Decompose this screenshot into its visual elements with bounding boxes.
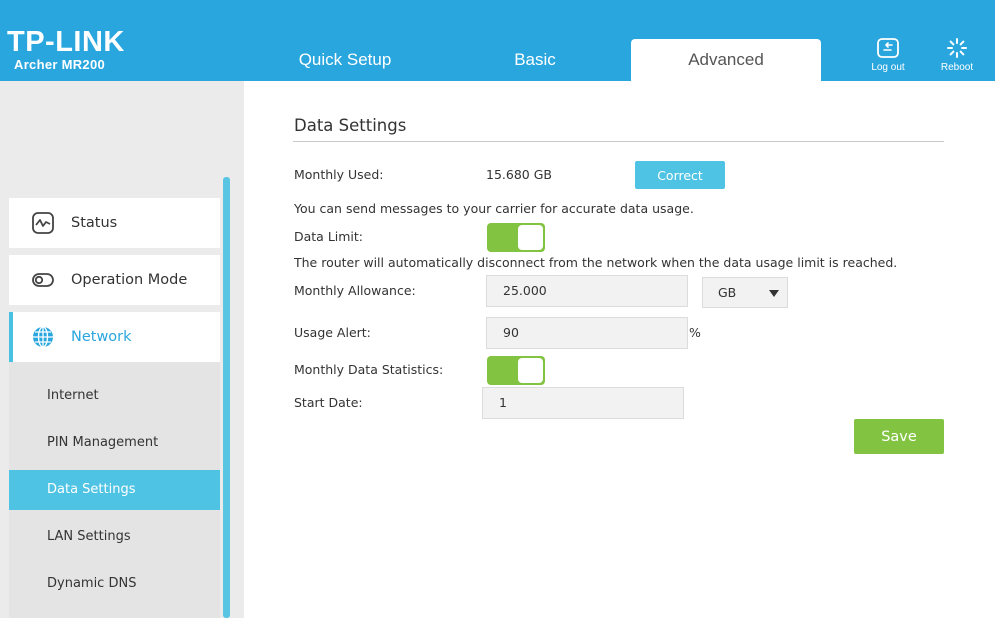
unit-select-value: GB [718,285,737,300]
monthly-used-label: Monthly Used: [294,167,384,182]
sidebar-subitem-internet[interactable]: Internet [9,376,220,416]
sidebar-item-label: Operation Mode [71,272,188,288]
monthly-allowance-label: Monthly Allowance: [294,283,416,298]
sidebar-subitem-lan-settings[interactable]: LAN Settings [9,517,220,557]
start-date-label: Start Date: [294,395,363,410]
sidebar-item-status[interactable]: Status [9,198,220,248]
reboot-button[interactable]: Reboot [927,38,987,73]
logout-icon [877,38,899,58]
correct-button[interactable]: Correct [635,161,725,189]
monthly-used-value: 15.680 GB [486,167,552,182]
reboot-icon [947,38,967,58]
tab-quick-setup[interactable]: Quick Setup [250,39,440,81]
usage-alert-label: Usage Alert: [294,325,371,340]
usage-alert-input[interactable]: 90 [486,317,688,349]
sidebar-item-label: Status [71,215,118,231]
tab-advanced[interactable]: Advanced [631,39,821,81]
toggle-knob [518,225,543,250]
logout-label: Log out [871,62,905,73]
monthly-allowance-input[interactable]: 25.000 [486,275,688,307]
sidebar-item-label: Network [71,329,132,345]
chevron-down-icon [769,290,779,297]
status-icon [29,209,57,237]
save-button[interactable]: Save [854,419,944,454]
monthly-stats-toggle[interactable] [487,356,545,385]
tab-basic[interactable]: Basic [440,39,630,81]
top-header: TP-LINK Archer MR200 Quick Setup Basic A… [0,0,995,81]
usage-alert-unit: % [689,325,701,340]
reboot-label: Reboot [940,62,974,73]
sidebar-scrollbar[interactable] [223,177,230,618]
logout-button[interactable]: Log out [858,38,918,73]
start-date-input[interactable]: 1 [482,387,684,419]
toggle-knob [518,358,543,383]
sidebar-item-operation-mode[interactable]: Operation Mode [9,255,220,305]
page-title: Data Settings [294,116,407,135]
data-limit-toggle[interactable] [487,223,545,252]
title-divider [293,141,944,142]
sidebar-subitem-dynamic-dns[interactable]: Dynamic DNS [9,564,220,604]
network-globe-icon [29,323,57,351]
model-name: Archer MR200 [14,57,106,72]
monthly-stats-label: Monthly Data Statistics: [294,362,444,377]
sidebar-subitem-data-settings[interactable]: Data Settings [9,470,220,510]
unit-select[interactable]: GB [702,277,788,308]
carrier-note: You can send messages to your carrier fo… [294,201,694,216]
data-limit-label: Data Limit: [294,229,364,244]
sidebar-subitem-pin-management[interactable]: PIN Management [9,423,220,463]
tp-link-logo: TP-LINK [7,26,125,58]
operation-mode-icon [29,266,57,294]
sidebar-item-network[interactable]: Network [9,312,220,362]
disconnect-note: The router will automatically disconnect… [294,255,898,270]
